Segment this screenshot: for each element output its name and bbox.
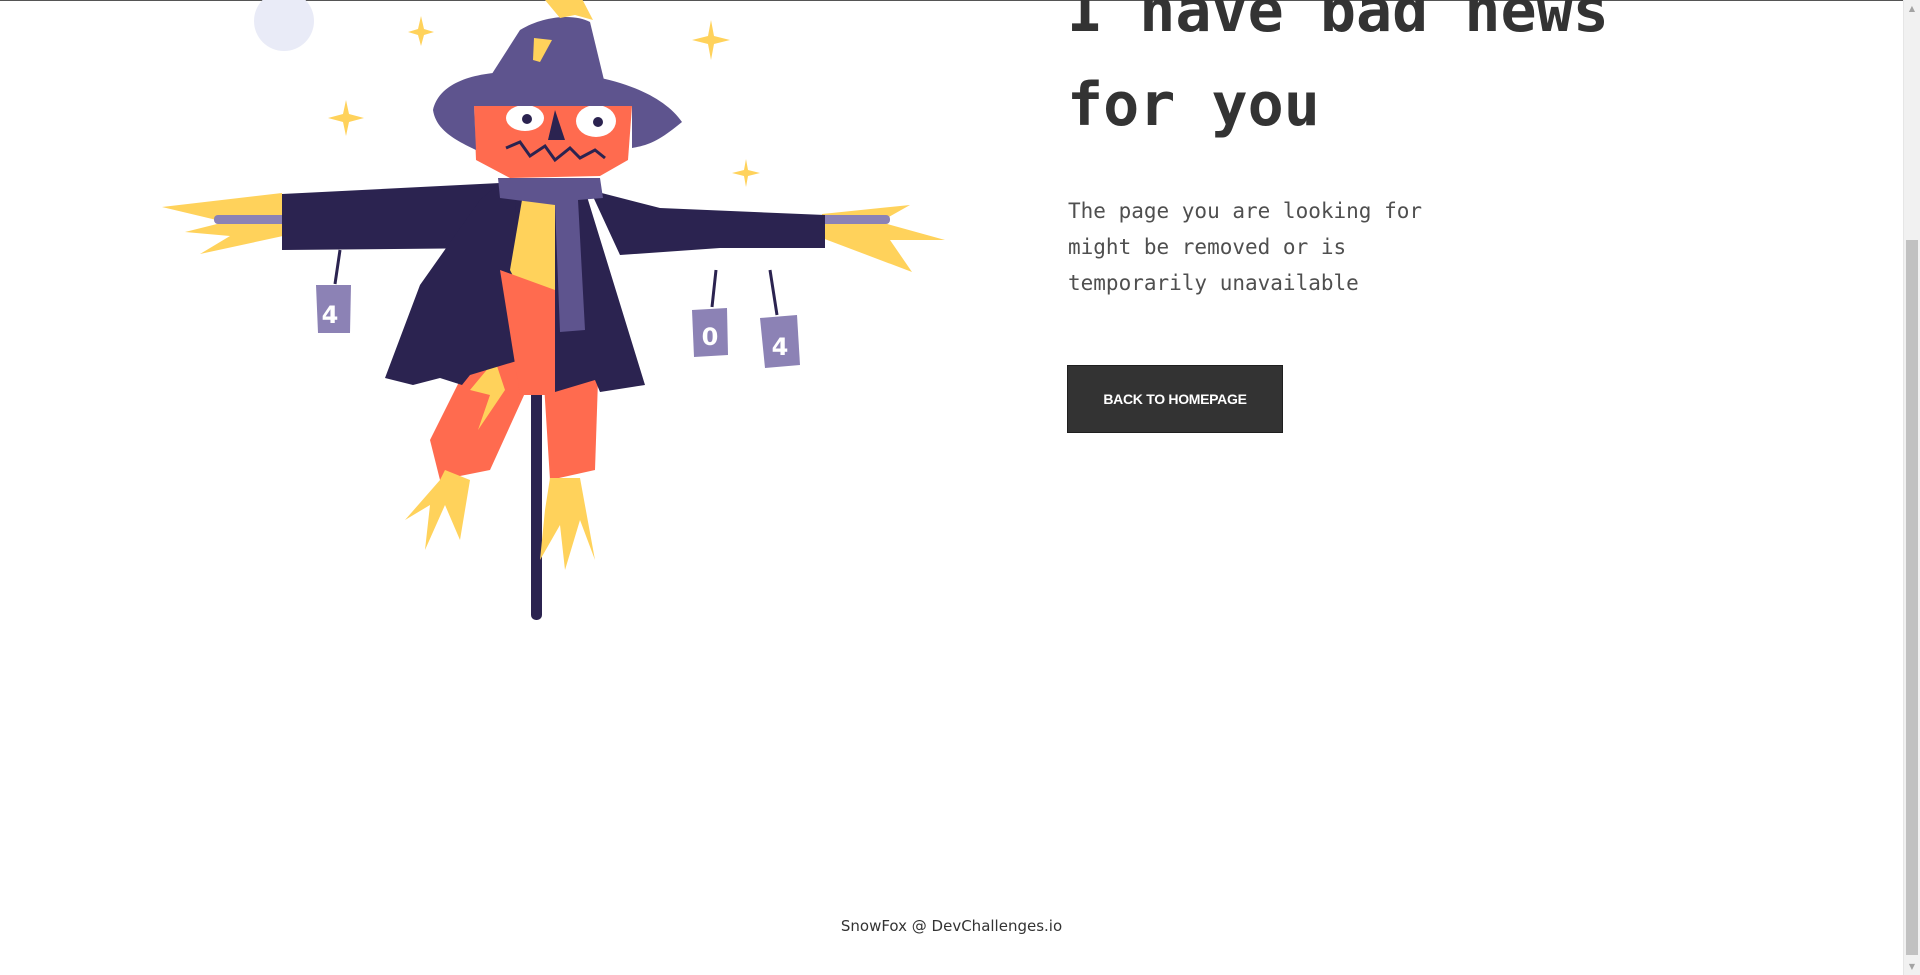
moon-circle	[254, 0, 314, 51]
triangle-down-icon[interactable]: ▼	[1904, 958, 1920, 975]
coat-arm-right	[590, 190, 825, 255]
can-middle-label: 0	[702, 323, 719, 351]
sparkle-star	[408, 16, 434, 46]
straw-right-foot	[540, 478, 595, 570]
hat-straw	[545, 0, 593, 20]
sparkle-star	[692, 20, 730, 60]
sparkle-star	[328, 100, 364, 136]
page-headline: I have bad news for you	[1067, 0, 1609, 140]
error-description: The page you are looking for might be re…	[1068, 199, 1423, 295]
back-to-homepage-button[interactable]: BACK TO HOMEPAGE	[1067, 365, 1283, 433]
footer-credit: SnowFox @ DevChallenges.io	[840, 917, 1063, 935]
triangle-up-icon[interactable]: ▲	[1904, 0, 1920, 17]
scarecrow-illustration: 4 0 4	[162, 0, 945, 620]
sparkle-star	[732, 159, 760, 187]
straw-left-foot	[405, 470, 470, 550]
hat-top	[488, 17, 604, 86]
scrollbar-thumb[interactable]	[1906, 240, 1918, 955]
page: 4 0 4 I have bad news for you The page y…	[0, 0, 1920, 975]
arm-stick-right	[820, 215, 890, 224]
vertical-scrollbar[interactable]: ▲ ▼	[1903, 0, 1920, 975]
can-right-label: 4	[772, 333, 789, 361]
can-left-label: 4	[322, 301, 339, 329]
